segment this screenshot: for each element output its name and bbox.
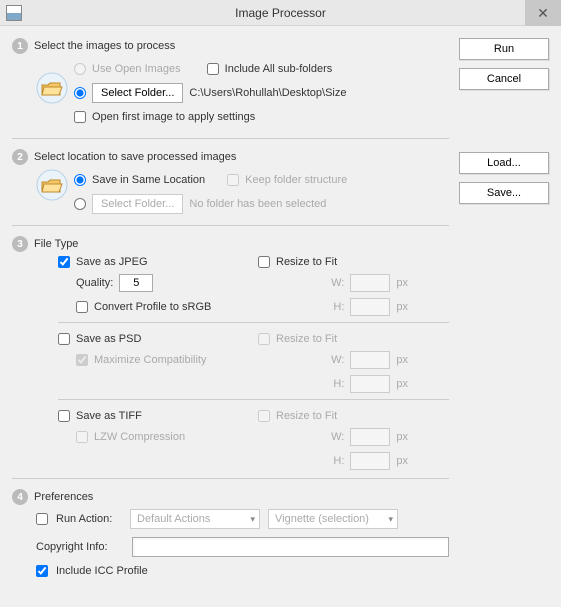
- quality-input[interactable]: [119, 274, 153, 292]
- jpeg-resize-checkbox[interactable]: [258, 256, 270, 268]
- include-subfolders-label: Include All sub-folders: [225, 63, 333, 75]
- app-icon: [6, 5, 22, 21]
- step-badge-2: 2: [12, 149, 28, 165]
- step-badge-4: 4: [12, 489, 28, 505]
- include-icc-checkbox[interactable]: [36, 565, 48, 577]
- close-icon: ✕: [537, 5, 549, 22]
- chevron-down-icon: ▾: [250, 514, 255, 525]
- convert-srgb-label: Convert Profile to sRGB: [94, 301, 211, 313]
- keep-folder-structure-checkbox: [227, 174, 239, 186]
- tiff-h-input: [350, 452, 390, 470]
- jpeg-w-label: W:: [331, 277, 344, 289]
- divider: [12, 478, 449, 479]
- action-set-select[interactable]: Default Actions ▾: [130, 509, 260, 529]
- section-preferences: 4 Preferences Run Action: Default Action…: [12, 489, 449, 577]
- jpeg-w-input: [350, 274, 390, 292]
- copyright-label: Copyright Info:: [36, 541, 124, 553]
- save-button[interactable]: Save...: [459, 182, 549, 204]
- save-as-tiff-label: Save as TIFF: [76, 410, 142, 422]
- save-as-jpeg-checkbox[interactable]: [58, 256, 70, 268]
- psd-resize-checkbox: [258, 333, 270, 345]
- convert-srgb-checkbox[interactable]: [76, 301, 88, 313]
- px-label: px: [396, 301, 408, 313]
- tiff-w-input: [350, 428, 390, 446]
- open-first-image-label: Open first image to apply settings: [92, 111, 255, 123]
- save-as-tiff-checkbox[interactable]: [58, 410, 70, 422]
- jpeg-resize-label: Resize to Fit: [276, 256, 337, 268]
- select-folder-button-1[interactable]: Select Folder...: [92, 83, 183, 103]
- tiff-h-label: H:: [333, 455, 344, 467]
- source-folder-path: C:\Users\Rohullah\Desktop\Size: [189, 87, 346, 99]
- titlebar: Image Processor ✕: [0, 0, 561, 26]
- max-compat-checkbox: [76, 354, 88, 366]
- save-as-jpeg-label: Save as JPEG: [76, 256, 148, 268]
- select-folder-radio[interactable]: [74, 87, 86, 99]
- px-label: px: [396, 455, 408, 467]
- run-action-checkbox[interactable]: [36, 513, 48, 525]
- jpeg-h-input: [350, 298, 390, 316]
- divider: [12, 225, 449, 226]
- action-set-value: Default Actions: [137, 513, 210, 525]
- section-file-type: 3 File Type Save as JPEG Resize to Fit Q…: [12, 236, 449, 470]
- save-as-psd-label: Save as PSD: [76, 333, 141, 345]
- divider: [58, 399, 449, 400]
- run-button[interactable]: Run: [459, 38, 549, 60]
- run-action-label: Run Action:: [56, 513, 122, 525]
- folder-open-icon: [36, 169, 68, 201]
- open-first-image-checkbox[interactable]: [74, 111, 86, 123]
- section-save-location: 2 Select location to save processed imag…: [12, 149, 449, 217]
- close-button[interactable]: ✕: [525, 0, 561, 26]
- select-folder-button-2: Select Folder...: [92, 194, 183, 214]
- max-compat-label: Maximize Compatibility: [94, 354, 206, 366]
- use-open-images-label: Use Open Images: [92, 63, 181, 75]
- save-same-location-radio[interactable]: [74, 174, 86, 186]
- tiff-w-label: W:: [331, 431, 344, 443]
- px-label: px: [396, 378, 408, 390]
- px-label: px: [396, 277, 408, 289]
- quality-label: Quality:: [76, 277, 113, 289]
- action-name-value: Vignette (selection): [275, 513, 369, 525]
- action-name-select[interactable]: Vignette (selection) ▾: [268, 509, 398, 529]
- load-button[interactable]: Load...: [459, 152, 549, 174]
- psd-resize-label: Resize to Fit: [276, 333, 337, 345]
- save-as-psd-checkbox[interactable]: [58, 333, 70, 345]
- step-badge-3: 3: [12, 236, 28, 252]
- tiff-resize-label: Resize to Fit: [276, 410, 337, 422]
- save-same-location-label: Save in Same Location: [92, 174, 205, 186]
- psd-h-label: H:: [333, 378, 344, 390]
- lzw-checkbox: [76, 431, 88, 443]
- choose-save-folder-radio[interactable]: [74, 198, 86, 210]
- px-label: px: [396, 354, 408, 366]
- psd-h-input: [350, 375, 390, 393]
- jpeg-h-label: H:: [333, 301, 344, 313]
- include-icc-label: Include ICC Profile: [56, 565, 148, 577]
- use-open-images-radio: [74, 63, 86, 75]
- folder-open-icon: [36, 72, 68, 104]
- cancel-button[interactable]: Cancel: [459, 68, 549, 90]
- section-3-title: File Type: [34, 238, 78, 250]
- chevron-down-icon: ▾: [388, 514, 393, 525]
- psd-w-input: [350, 351, 390, 369]
- section-select-images: 1 Select the images to process Use Open …: [12, 38, 449, 130]
- px-label: px: [396, 431, 408, 443]
- no-folder-selected-label: No folder has been selected: [189, 198, 326, 210]
- tiff-resize-checkbox: [258, 410, 270, 422]
- section-1-title: Select the images to process: [34, 40, 175, 52]
- step-badge-1: 1: [12, 38, 28, 54]
- include-subfolders-checkbox[interactable]: [207, 63, 219, 75]
- keep-folder-structure-label: Keep folder structure: [245, 174, 347, 186]
- window-title: Image Processor: [235, 6, 326, 20]
- copyright-input[interactable]: [132, 537, 449, 557]
- section-4-title: Preferences: [34, 491, 93, 503]
- lzw-label: LZW Compression: [94, 431, 185, 443]
- divider: [58, 322, 449, 323]
- divider: [12, 138, 449, 139]
- section-2-title: Select location to save processed images: [34, 151, 236, 163]
- psd-w-label: W:: [331, 354, 344, 366]
